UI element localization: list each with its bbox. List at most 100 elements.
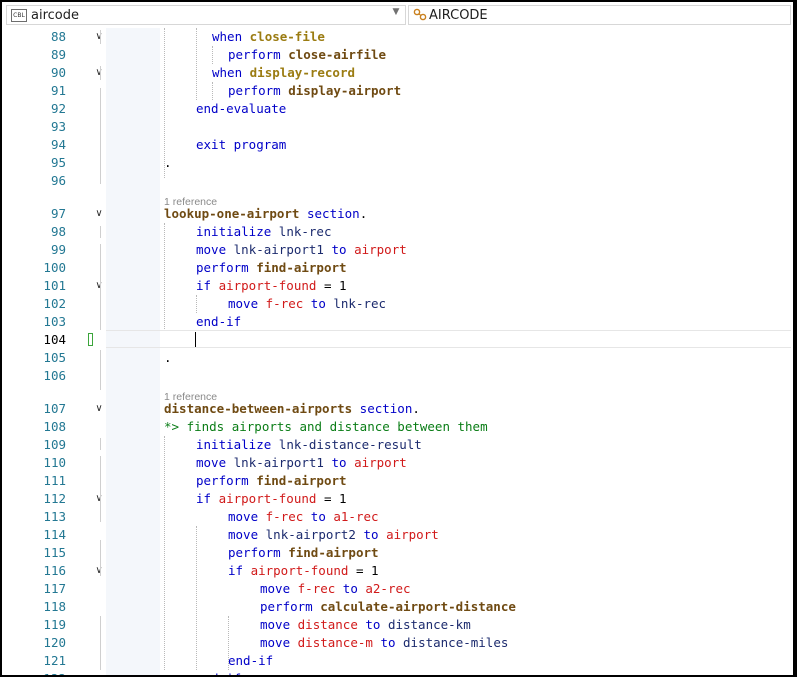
code-line[interactable]: 107 ∨ distance-between-airports section. [2, 400, 793, 418]
code-line[interactable]: 108 *> finds airports and distance betwee… [2, 418, 793, 436]
code-line[interactable]: 106 [2, 367, 793, 385]
code-text[interactable]: perform display-airport [228, 82, 401, 100]
code-line[interactable]: 99 move lnk-airport1 to airport [2, 241, 793, 259]
code-line[interactable]: 92 end-evaluate [2, 100, 793, 118]
code-line[interactable]: 105. [2, 349, 793, 367]
line-number: 122 [24, 670, 66, 675]
code-line[interactable]: 100 perform find-airport [2, 259, 793, 277]
code-line[interactable]: 111 perform find-airport [2, 472, 793, 490]
code-line[interactable]: 91 perform display-airport [2, 82, 793, 100]
line-number: 109 [43, 437, 66, 452]
code-line[interactable]: 119 move distance to distance-km [2, 616, 793, 634]
code-token: when [212, 29, 250, 44]
fold-toggle-icon[interactable]: ∨ [92, 205, 106, 223]
line-number: 108 [43, 419, 66, 434]
fold-toggle-icon[interactable]: ∨ [92, 64, 106, 82]
code-line[interactable]: 93 [2, 118, 793, 136]
code-token: to [380, 635, 404, 650]
fold-toggle-icon[interactable]: ∨ [92, 277, 106, 295]
cobol-file-icon: CBL [11, 9, 27, 22]
code-text[interactable]: move lnk-airport1 to airport [196, 241, 407, 259]
fold-toggle-icon[interactable]: ∨ [92, 400, 106, 418]
code-token: lookup-one-airport [164, 206, 307, 221]
code-text[interactable]: end-if [228, 652, 273, 670]
code-text[interactable]: move distance-m to distance-miles [260, 634, 508, 652]
code-editor[interactable]: 88 ∨ when close-file 89 perform close-airfil… [2, 28, 793, 675]
code-line[interactable]: 121 end-if [2, 652, 793, 670]
code-text[interactable]: . [164, 154, 172, 172]
line-number: 102 [43, 296, 66, 311]
code-line[interactable]: 114 move lnk-airport2 to airport [2, 526, 793, 544]
code-text[interactable]: end-if [196, 670, 241, 675]
code-line[interactable]: 116 ∨ if airport-found = 1 [2, 562, 793, 580]
code-line[interactable]: 118 perform calculate-airport-distance [2, 598, 793, 616]
code-text[interactable]: perform find-airport [228, 544, 379, 562]
code-text[interactable]: perform find-airport [196, 472, 347, 490]
indent-guide [164, 223, 165, 331]
code-line[interactable]: 120 move distance-m to distance-miles [2, 634, 793, 652]
code-line[interactable]: 98 initialize lnk-rec [2, 223, 793, 241]
code-token: end-if [196, 314, 242, 329]
code-text[interactable]: move f-rec to a1-rec [228, 508, 379, 526]
code-text[interactable]: when close-file [212, 28, 325, 46]
code-text[interactable]: move distance to distance-km [260, 616, 471, 634]
code-text[interactable]: move f-rec to a2-rec [260, 580, 411, 598]
code-line[interactable]: 115 perform find-airport [2, 544, 793, 562]
code-line[interactable]: 97 ∨ lookup-one-airport section. [2, 205, 793, 223]
code-line[interactable]: 113 move f-rec to a1-rec [2, 508, 793, 526]
file-dropdown[interactable]: CBL aircode ▼ [6, 5, 406, 25]
code-line[interactable]: 95. [2, 154, 793, 172]
indent-guide [164, 436, 165, 670]
code-text[interactable]: . [164, 349, 172, 367]
code-token: find-airport [256, 473, 347, 488]
code-token: airport-found [218, 278, 324, 293]
code-line[interactable]: 89 perform close-airfile [2, 46, 793, 64]
current-line-highlight [106, 330, 791, 348]
code-text[interactable]: when display-record [212, 64, 355, 82]
code-text[interactable]: exit program [196, 136, 286, 154]
code-line[interactable]: 102 move f-rec to lnk-rec [2, 295, 793, 313]
code-line[interactable]: 90 ∨ when display-record [2, 64, 793, 82]
code-line[interactable]: 101 ∨ if airport-found = 1 [2, 277, 793, 295]
code-line[interactable]: 117 move f-rec to a2-rec [2, 580, 793, 598]
code-text[interactable]: lookup-one-airport section. [164, 205, 367, 223]
line-number: 101 [43, 278, 66, 293]
code-text[interactable]: if airport-found = 1 [196, 490, 347, 508]
code-text[interactable]: move lnk-airport1 to airport [196, 454, 407, 472]
code-token: end-if [196, 671, 241, 675]
code-text[interactable]: perform calculate-airport-distance [260, 598, 516, 616]
code-line[interactable]: 96 [2, 172, 793, 190]
code-line[interactable]: 103 end-if [2, 313, 793, 331]
line-number: 98 [50, 224, 66, 239]
code-text[interactable]: distance-between-airports section. [164, 400, 420, 418]
code-token: initialize [196, 437, 279, 452]
code-line[interactable]: 112 ∨ if airport-found = 1 [2, 490, 793, 508]
code-text[interactable]: initialize lnk-rec [196, 223, 331, 241]
code-line[interactable]: 110 move lnk-airport1 to airport [2, 454, 793, 472]
code-text[interactable]: if airport-found = 1 [228, 562, 379, 580]
code-text[interactable]: initialize lnk-distance-result [196, 436, 422, 454]
code-text[interactable]: move f-rec to lnk-rec [228, 295, 386, 313]
code-text[interactable]: end-if [196, 313, 241, 331]
code-text[interactable]: perform close-airfile [228, 46, 386, 64]
code-line[interactable]: 109 initialize lnk-distance-result [2, 436, 793, 454]
fold-toggle-icon[interactable]: ∨ [92, 28, 106, 46]
fold-toggle-icon[interactable]: ∨ [92, 562, 106, 580]
program-dropdown[interactable]: AIRCODE [408, 5, 791, 25]
code-line[interactable]: 94 exit program [2, 136, 793, 154]
code-token: to [331, 455, 355, 470]
code-token: f-rec [265, 296, 311, 311]
code-line[interactable]: 88 ∨ when close-file [2, 28, 793, 46]
code-token: a2-rec [365, 581, 411, 596]
chevron-down-icon[interactable]: ▼ [389, 7, 403, 17]
indent-guide [196, 295, 197, 313]
code-text[interactable]: move lnk-airport2 to airport [228, 526, 439, 544]
code-text[interactable]: perform find-airport [196, 259, 347, 277]
code-line[interactable]: 122 end-if [2, 670, 793, 675]
fold-toggle-icon[interactable]: ∨ [92, 490, 106, 508]
code-text[interactable]: end-evaluate [196, 100, 286, 118]
code-text[interactable]: *> finds airports and distance between t… [164, 418, 488, 436]
code-token: airport [354, 455, 407, 470]
code-token: perform [196, 260, 257, 275]
code-text[interactable]: if airport-found = 1 [196, 277, 347, 295]
